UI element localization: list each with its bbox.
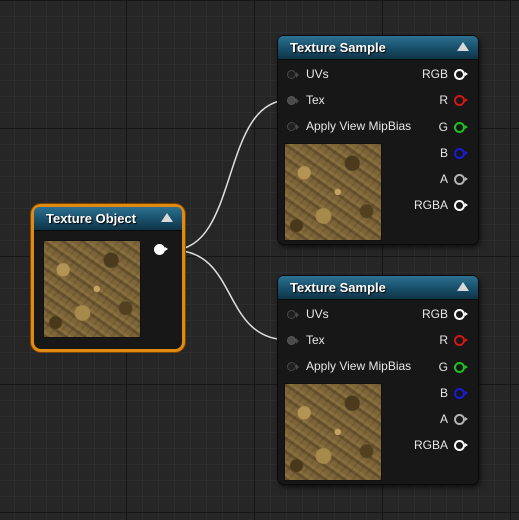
- tex-input-pin-icon[interactable]: [287, 96, 299, 105]
- tex-label: Tex: [306, 333, 325, 347]
- mipbias-label: Apply View MipBias: [306, 119, 412, 133]
- rgb-label: RGB: [421, 67, 448, 81]
- rgba-output-pin-icon[interactable]: [454, 200, 468, 211]
- texture-object-title: Texture Object: [46, 211, 137, 226]
- rgba-label: RGBA: [413, 438, 448, 452]
- uvs-label: UVs: [306, 307, 329, 321]
- wire-to-sample-2[interactable]: [171, 249, 290, 341]
- texture-output-pin-icon[interactable]: [154, 244, 168, 255]
- texture-object-node[interactable]: Texture Object: [34, 207, 182, 349]
- b-label: B: [439, 146, 448, 160]
- texture-sample-title: Texture Sample: [290, 40, 386, 55]
- tex-label: Tex: [306, 93, 325, 107]
- collapse-arrow-icon[interactable]: [161, 213, 173, 222]
- r-output-pin-icon[interactable]: [454, 335, 468, 346]
- b-output-pin-icon[interactable]: [454, 148, 468, 159]
- rgb-label: RGB: [421, 307, 448, 321]
- tex-input-pin-icon[interactable]: [287, 336, 299, 345]
- texture-sample-header[interactable]: Texture Sample: [278, 36, 478, 60]
- collapse-arrow-icon[interactable]: [457, 42, 469, 51]
- r-label: R: [439, 93, 448, 107]
- wire-to-sample-1[interactable]: [171, 99, 290, 251]
- uvs-label: UVs: [306, 67, 329, 81]
- a-label: A: [439, 172, 448, 186]
- rgba-label: RGBA: [413, 198, 448, 212]
- texture-sample-title: Texture Sample: [290, 280, 386, 295]
- a-label: A: [439, 412, 448, 426]
- g-label: G: [438, 360, 448, 374]
- texture-preview: [284, 383, 382, 481]
- texture-object-header[interactable]: Texture Object: [34, 207, 182, 231]
- b-label: B: [439, 386, 448, 400]
- g-output-pin-icon[interactable]: [454, 362, 468, 373]
- a-output-pin-icon[interactable]: [454, 174, 468, 185]
- collapse-arrow-icon[interactable]: [457, 282, 469, 291]
- mipbias-input-pin-icon[interactable]: [287, 122, 299, 131]
- texture-sample-node[interactable]: Texture Sample UVs Tex Apply View MipBia…: [278, 36, 478, 244]
- mipbias-input-pin-icon[interactable]: [287, 362, 299, 371]
- g-label: G: [438, 120, 448, 134]
- b-output-pin-icon[interactable]: [454, 388, 468, 399]
- r-label: R: [439, 333, 448, 347]
- texture-preview: [284, 143, 382, 241]
- uvs-input-pin-icon[interactable]: [287, 310, 299, 319]
- texture-preview: [43, 240, 141, 338]
- a-output-pin-icon[interactable]: [454, 414, 468, 425]
- rgb-output-pin-icon[interactable]: [454, 69, 468, 80]
- g-output-pin-icon[interactable]: [454, 122, 468, 133]
- rgb-output-pin-icon[interactable]: [454, 309, 468, 320]
- texture-sample-node[interactable]: Texture Sample UVs Tex Apply View MipBia…: [278, 276, 478, 484]
- texture-sample-header[interactable]: Texture Sample: [278, 276, 478, 300]
- r-output-pin-icon[interactable]: [454, 95, 468, 106]
- mipbias-label: Apply View MipBias: [306, 359, 412, 373]
- rgba-output-pin-icon[interactable]: [454, 440, 468, 451]
- uvs-input-pin-icon[interactable]: [287, 70, 299, 79]
